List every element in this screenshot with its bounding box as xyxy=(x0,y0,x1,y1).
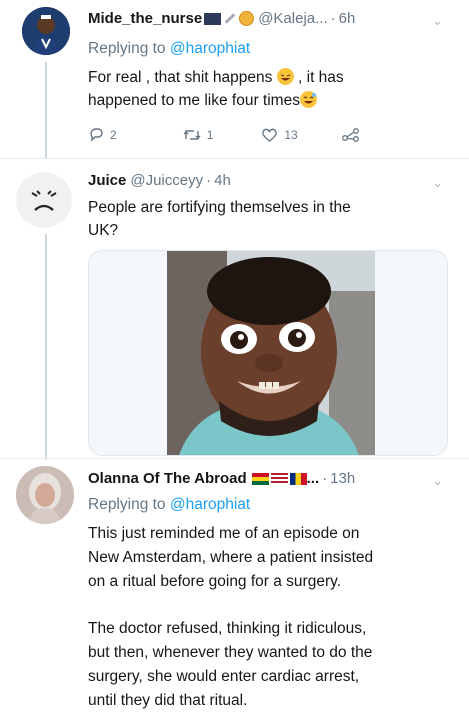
reply-icon xyxy=(90,128,103,142)
tweet-actions: 2 1 13 xyxy=(88,127,404,143)
chevron-down-icon[interactable]: ⌄ xyxy=(432,473,443,489)
avatar[interactable] xyxy=(22,7,70,55)
avatar[interactable] xyxy=(16,172,72,228)
display-name[interactable]: Juice xyxy=(88,172,126,189)
tweet-text-line: This just reminded me of an episode on xyxy=(88,525,360,542)
retweet-button[interactable]: 1 xyxy=(183,127,214,143)
tweet-text-line: until they did that ritual. xyxy=(88,691,248,709)
thread-line xyxy=(45,234,47,460)
tweet-media-image[interactable] xyxy=(88,250,448,456)
separator: · xyxy=(206,172,212,189)
tweet-text-line: surgery, she would enter cardiac arrest, xyxy=(88,667,360,685)
tweet-text-line: The doctor refused, thinking it ridiculo… xyxy=(88,620,367,638)
timestamp[interactable]: 4h xyxy=(214,172,231,189)
thread-line xyxy=(45,62,47,158)
retweet-icon xyxy=(183,130,201,140)
separator: · xyxy=(322,470,328,487)
tweet-text-line: on a ritual before going for a surgery. xyxy=(88,572,342,590)
replying-to-label: Replying to xyxy=(88,40,170,57)
chevron-down-icon[interactable]: ⌄ xyxy=(432,175,443,191)
like-button[interactable]: 13 xyxy=(261,127,298,143)
ghana-flag-icon xyxy=(251,472,269,485)
us-flag-icon xyxy=(270,472,288,485)
tweet-text-line: For real , that shit happens xyxy=(88,69,273,86)
display-name[interactable]: Mide_the_nurse xyxy=(88,10,202,27)
chevron-down-icon[interactable]: ⌄ xyxy=(432,13,443,29)
flag-icon xyxy=(204,12,222,25)
avatar[interactable] xyxy=(16,466,74,524)
tweet-text-line xyxy=(88,593,373,617)
sweat-smile-emoji-icon xyxy=(299,91,317,108)
share-button[interactable] xyxy=(341,128,366,142)
replying-to: Replying to @harophiat xyxy=(88,496,250,514)
name-truncation: ... xyxy=(306,470,320,487)
reply-button[interactable]: 2 xyxy=(88,127,117,143)
romania-flag-icon xyxy=(289,472,307,485)
like-count: 13 xyxy=(284,128,298,142)
tweet-text: For real , that shit happens , it has ha… xyxy=(88,66,344,112)
timestamp[interactable]: 13h xyxy=(330,470,355,487)
display-name[interactable]: Olanna Of The Abroad xyxy=(88,470,247,487)
replying-to: Replying to @harophiat xyxy=(88,40,250,58)
tweet-mide[interactable]: Mide_the_nurse @Kaleja... · 6h ⌄ Replyin… xyxy=(0,0,469,158)
share-icon xyxy=(341,128,359,142)
mention-link[interactable]: @harophiat xyxy=(170,496,250,513)
meme-face-image xyxy=(89,251,447,455)
tweet-text-line: , it has xyxy=(298,69,344,86)
tweet-text-line: UK? xyxy=(88,222,119,239)
syringe-icon xyxy=(224,13,236,24)
tweet-header: Mide_the_nurse @Kaleja... · 6h xyxy=(88,10,355,27)
reply-count: 2 xyxy=(110,128,117,142)
tweet-text-line: but then, whenever they wanted to do the xyxy=(88,643,373,661)
tweet-header: Olanna Of The Abroad ... · 13h xyxy=(88,470,355,487)
replying-to-label: Replying to xyxy=(88,496,170,513)
separator: · xyxy=(330,10,336,27)
tweet-text: People are fortifying themselves in the … xyxy=(88,196,351,242)
user-handle[interactable]: @Juicceyy xyxy=(130,172,203,189)
heart-icon xyxy=(262,128,278,142)
nurse-emoji-icon xyxy=(239,11,255,26)
retweet-count: 1 xyxy=(206,128,214,142)
tweet-text: This just reminded me of an episode on N… xyxy=(88,522,373,712)
tweet-header: Juice @Juicceyy · 4h xyxy=(88,172,231,189)
tweet-text-line: People are fortifying themselves in the xyxy=(88,199,351,216)
user-handle[interactable]: @Kaleja... xyxy=(258,10,327,27)
timestamp[interactable]: 6h xyxy=(339,10,356,27)
mention-link[interactable]: @harophiat xyxy=(170,40,250,57)
tweet-olanna[interactable]: Olanna Of The Abroad ... · 13h ⌄ Replyin… xyxy=(0,458,469,720)
laughing-emoji-icon xyxy=(276,68,294,85)
tweet-text-line: New Amsterdam, where a patient insisted xyxy=(88,548,374,566)
tweet-text-line: happened to me like four times xyxy=(88,92,300,109)
